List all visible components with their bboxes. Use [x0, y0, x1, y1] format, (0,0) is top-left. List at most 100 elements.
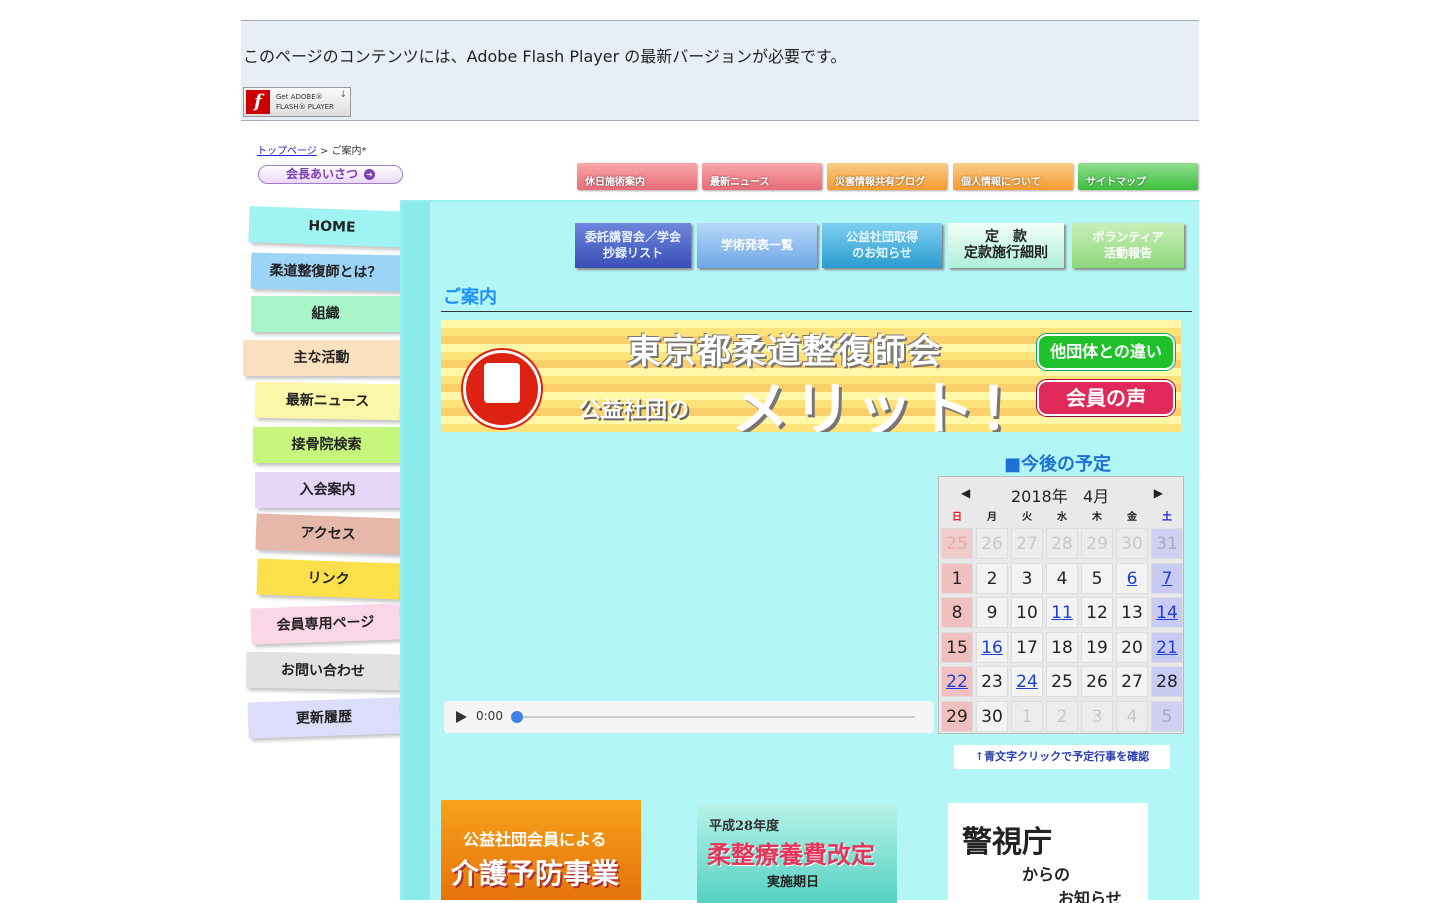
sub-button-label: 定 款 — [985, 229, 1027, 245]
sidebar-item-home[interactable]: HOME — [248, 206, 416, 248]
sub-button-articles[interactable]: 定 款 定款施行細則 — [948, 223, 1064, 268]
calendar-day: 4 — [1046, 562, 1078, 594]
banner-line: 公益社団会員による — [463, 830, 607, 849]
get-flash-player-button[interactable]: f Get ADOBE® FLASH® PLAYER ↓ — [243, 87, 351, 117]
banner-subtitle: 公益社団の — [579, 398, 690, 423]
next-month-icon[interactable]: ▶ — [1154, 486, 1163, 500]
sub-button-label: 委託講習会／学会 — [584, 230, 681, 244]
sidebar-item-organization[interactable]: 組織 — [251, 296, 400, 332]
foot-cast-icon — [484, 363, 520, 403]
calendar-day: 27 — [1011, 528, 1043, 559]
member-voice-button[interactable]: 会員の声 — [1037, 380, 1175, 416]
calendar-day: 8 — [941, 597, 973, 628]
breadcrumb: トップページ > ご案内* — [257, 142, 367, 157]
calendar-day: 2 — [976, 562, 1008, 594]
breadcrumb-separator: > — [316, 146, 332, 157]
calendar-day: 27 — [1116, 666, 1148, 697]
sidebar-item-access[interactable]: アクセス — [255, 513, 401, 555]
flash-badge-line1: Get ADOBE® — [276, 93, 323, 101]
calendar-day[interactable]: 6 — [1116, 562, 1148, 594]
calendar-day: 20 — [1116, 631, 1148, 663]
sub-button-label: 定款施行細則 — [964, 245, 1048, 261]
calendar-day: 30 — [976, 700, 1008, 732]
banner-line: からの — [1022, 865, 1071, 884]
greeting-button[interactable]: 会長あいさつ ➔ — [258, 165, 403, 184]
sub-button-label: 抄録リスト — [602, 246, 663, 260]
sub-button-lecture-abstracts[interactable]: 委託講習会／学会 抄録リスト — [575, 223, 691, 268]
topnav-privacy[interactable]: 個人情報について — [953, 163, 1073, 190]
sidebar-item-clinic-search[interactable]: 接骨院検索 — [253, 427, 400, 463]
calendar-day[interactable]: 21 — [1151, 631, 1183, 663]
calendar-day: 31 — [1151, 528, 1183, 559]
police-notice-banner[interactable]: 警視庁 からの お知らせ — [948, 803, 1148, 903]
merit-banner[interactable]: 東京都柔道整復師会 公益社団の メリット！ 他団体との違い 会員の声 — [441, 320, 1181, 432]
calendar-day: 29 — [941, 700, 973, 732]
sidebar-item-membership[interactable]: 入会案内 — [255, 472, 400, 508]
prev-month-icon[interactable]: ◀ — [961, 486, 970, 500]
calendar-day: 25 — [941, 528, 973, 559]
calendar-day: 3 — [1081, 700, 1113, 732]
calendar-day: 9 — [976, 597, 1008, 628]
calendar-day: 15 — [941, 631, 973, 663]
calendar-weekday-label: 金 — [1127, 512, 1137, 523]
sidebar-item-members-only[interactable]: 会員専用ページ — [250, 603, 401, 645]
calendar-day: 1 — [1011, 700, 1043, 732]
banner-merit: メリット！ — [731, 375, 1042, 432]
calendar-day[interactable]: 7 — [1151, 562, 1183, 594]
care-prevention-banner[interactable]: 公益社団会員による 介護予防事業 — [441, 800, 641, 900]
difference-button[interactable]: 他団体との違い — [1037, 334, 1175, 370]
sidebar-item-news[interactable]: 最新ニュース — [254, 381, 401, 421]
sidebar-item-about[interactable]: 柔道整復師とは？ — [250, 252, 401, 292]
banner-line: 実施期日 — [767, 875, 820, 890]
topnav-disaster-blog[interactable]: 災害情報共有ブログ — [827, 163, 947, 190]
topnav-sitemap[interactable]: サイトマップ — [1078, 163, 1198, 190]
topnav-holiday[interactable]: 休日施術案内 — [577, 163, 697, 190]
calendar-day: 28 — [1151, 666, 1183, 697]
audio-progress-track[interactable] — [523, 716, 915, 718]
calendar-day: 26 — [976, 528, 1008, 559]
calendar-day: 17 — [1011, 631, 1043, 663]
calendar-day[interactable]: 11 — [1046, 597, 1078, 628]
schedule-heading: ■今後の予定 — [1004, 454, 1112, 475]
breadcrumb-home-link[interactable]: トップページ — [257, 146, 317, 157]
sidebar-item-links[interactable]: リンク — [256, 558, 401, 600]
sub-button-volunteer[interactable]: ボランティア 活動報告 — [1072, 223, 1184, 268]
flash-badge-line2: FLASH® PLAYER — [276, 103, 334, 111]
sub-button-public-interest[interactable]: 公益社団取得 のお知らせ — [822, 223, 942, 268]
flash-message: このページのコンテンツには、Adobe Flash Player の最新バージョ… — [243, 47, 847, 66]
calendar-day: 26 — [1081, 666, 1113, 697]
breadcrumb-current: ご案内* — [331, 146, 367, 157]
topnav-news[interactable]: 最新ニュース — [702, 163, 822, 190]
download-arrow-icon: ↓ — [339, 90, 347, 100]
arrow-right-icon: ➔ — [364, 169, 375, 180]
audio-time: 0:00 — [476, 709, 503, 723]
greeting-button-label: 会長あいさつ — [285, 167, 358, 181]
play-icon[interactable] — [456, 711, 467, 723]
calendar-weekday-label: 土 — [1162, 512, 1172, 523]
calendar-day: 1 — [941, 562, 973, 594]
flash-logo-icon: f — [246, 90, 270, 114]
calendar-day: 10 — [1011, 597, 1043, 628]
sub-button-academic[interactable]: 学術発表一覧 — [697, 223, 817, 268]
sidebar-item-contact[interactable]: お問い合わせ — [245, 651, 401, 691]
calendar-day: 3 — [1011, 562, 1043, 594]
calendar-month: 4月 — [1083, 487, 1110, 506]
calendar-day: 13 — [1116, 597, 1148, 628]
sidebar-item-updates[interactable]: 更新履歴 — [247, 697, 401, 739]
fee-revision-banner[interactable]: 平成28年度 柔整療養費改定 実施期日 — [697, 803, 897, 903]
calendar-day: 29 — [1081, 528, 1113, 559]
calendar-day[interactable]: 16 — [976, 631, 1008, 663]
calendar-year-month: 2018年 4月 — [1011, 483, 1109, 507]
calendar-weekday-label: 日 — [952, 512, 962, 523]
sub-button-label: 学術発表一覧 — [720, 238, 793, 252]
calendar-year: 2018年 — [1011, 487, 1068, 506]
calendar-day: 18 — [1046, 631, 1078, 663]
calendar-day[interactable]: 22 — [941, 666, 973, 697]
sidebar-item-activities[interactable]: 主な活動 — [243, 340, 400, 376]
sub-button-label: 活動報告 — [1103, 246, 1152, 260]
calendar-weekday-label: 水 — [1057, 512, 1067, 523]
calendar-day[interactable]: 24 — [1011, 666, 1043, 697]
audio-scrubber[interactable] — [511, 711, 523, 723]
calendar-day[interactable]: 14 — [1151, 597, 1183, 628]
calendar-day: 2 — [1046, 700, 1078, 732]
